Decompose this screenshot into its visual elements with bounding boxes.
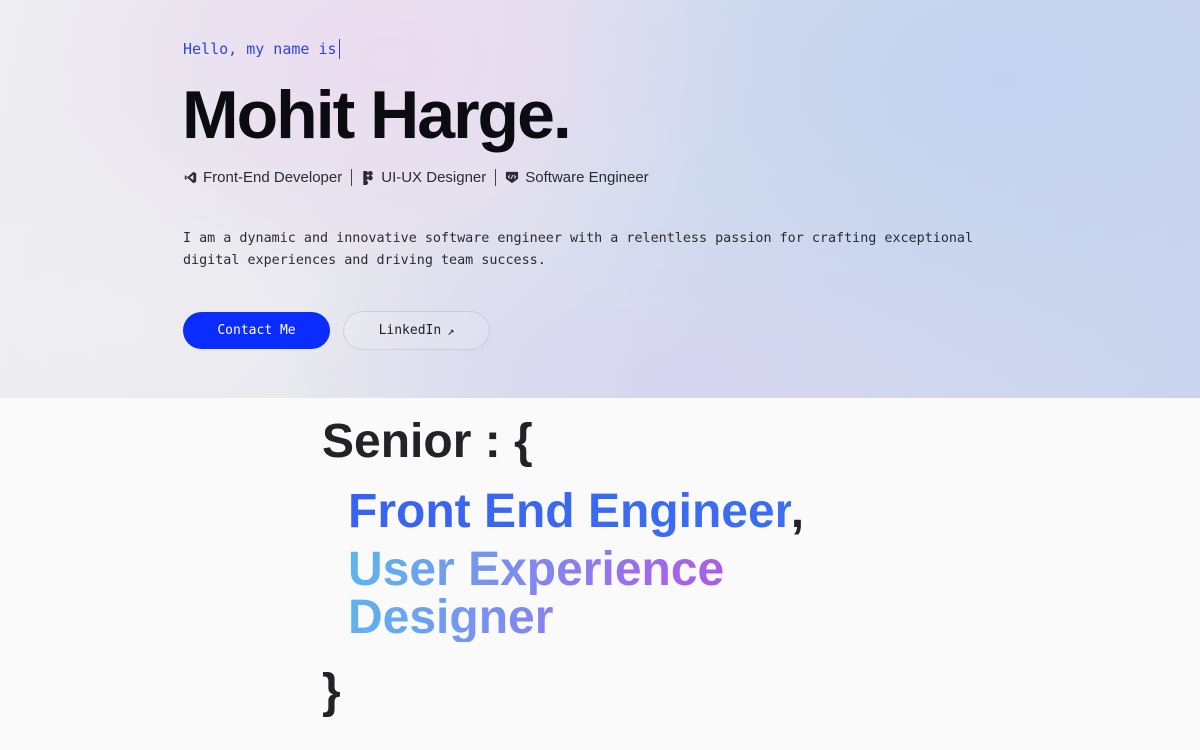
- role-label: Software Engineer: [525, 169, 649, 186]
- closing-brace: }: [322, 665, 341, 718]
- contact-me-button[interactable]: Contact Me: [183, 312, 330, 349]
- vscode-icon: [183, 171, 197, 185]
- role-software: Software Engineer: [505, 169, 649, 186]
- senior-heading: Senior : {: [322, 415, 533, 468]
- comma-separator: ,: [790, 485, 805, 538]
- greeting-label: Hello, my name is: [183, 40, 337, 58]
- front-end-engineer-title: Front End Engineer,: [348, 482, 804, 542]
- hero-section: Hello, my name is Mohit Harge. Front-End…: [0, 0, 1200, 398]
- role-divider: [351, 169, 353, 186]
- figma-icon: [361, 170, 375, 185]
- role-front-end: Front-End Developer: [183, 169, 342, 186]
- role-divider: [495, 169, 497, 186]
- name-heading: Mohit Harge.: [182, 77, 572, 153]
- greeting-text: Hello, my name is: [183, 39, 341, 59]
- intro-description: I am a dynamic and innovative software e…: [183, 231, 974, 268]
- ux-designer-title: User Experience Designer: [348, 546, 768, 642]
- linkedin-button[interactable]: LinkedIn ↗: [343, 311, 490, 350]
- role-label: UI-UX Designer: [381, 169, 487, 186]
- role-ui-ux: UI-UX Designer: [361, 169, 486, 186]
- front-end-engineer-text: Front End Engineer: [348, 485, 791, 538]
- external-link-icon: ↗: [447, 323, 455, 338]
- role-label: Front-End Developer: [203, 169, 343, 186]
- roles-list: Front-End Developer UI-UX Designer Softw…: [183, 169, 649, 186]
- code-shield-icon: [505, 171, 519, 185]
- linkedin-label: LinkedIn: [378, 323, 442, 338]
- typing-cursor: [338, 39, 341, 59]
